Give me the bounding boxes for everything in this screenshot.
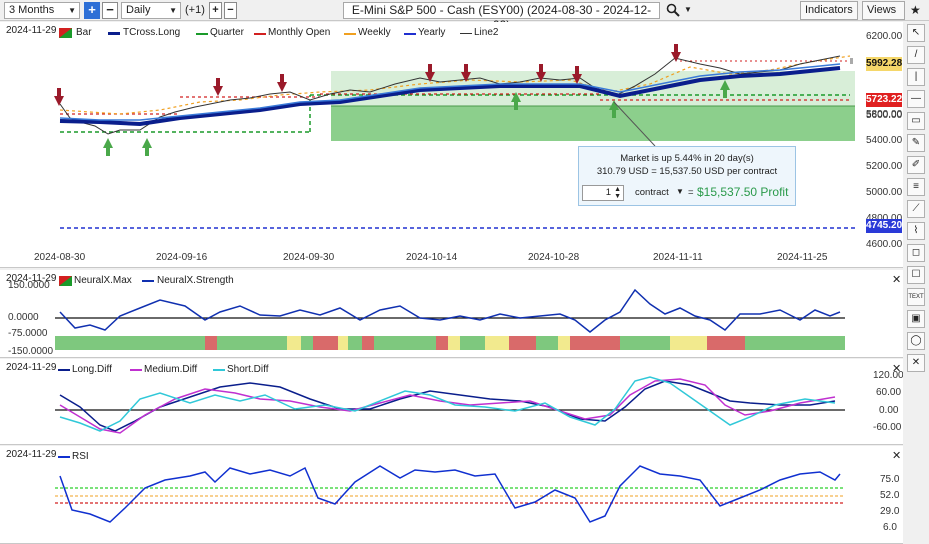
x-label: 2024-11-11 <box>653 252 703 263</box>
y-tick-5600: 5600.00 <box>866 110 903 121</box>
measure-tool-icon[interactable]: ⌇ <box>907 222 925 240</box>
neuralx-strength-line <box>59 288 841 333</box>
search-dropdown-icon[interactable]: ▼ <box>684 5 692 14</box>
zoom-out-button[interactable]: − <box>102 2 118 19</box>
y-tick: 75.0 <box>880 474 900 485</box>
rsi-pane[interactable]: 2024-11-29 RSI ✕ 75.0 52.0 29.0 6.0 <box>0 446 903 544</box>
profit-value: $15,537.50 Profit <box>697 185 789 199</box>
x-label: 2024-09-30 <box>283 252 335 263</box>
y-tick: 6.0 <box>883 522 897 533</box>
y-tick-5000: 5000.00 <box>866 187 903 198</box>
note-tool-icon[interactable]: ◻ <box>907 244 925 262</box>
tooltip-line2: 310.79 USD = 15,537.50 USD per contract <box>596 166 778 177</box>
range-value: 3 Months <box>9 4 55 16</box>
chevron-down-icon: ▼ <box>169 6 177 15</box>
neural-chart <box>55 288 845 350</box>
rsi-line <box>59 465 841 523</box>
neural-band <box>55 336 845 350</box>
y-tick: 150.0000 <box>8 280 50 291</box>
stepper-icon[interactable]: ▲ ▼ <box>614 186 621 200</box>
y-tick: 0.00 <box>879 405 899 416</box>
tooltip-line1: Market is up 5.44% in 20 day(s) <box>620 153 754 164</box>
y-tick: 0.0000 <box>8 312 39 323</box>
price-pane[interactable]: 2024-11-29 Bar TCross.Long Quarter Month… <box>0 22 903 268</box>
chevron-down-icon[interactable]: ▼ <box>676 187 684 196</box>
price-tag-monthly: 5723.22 <box>866 93 903 107</box>
diff-pane[interactable]: 2024-11-29 Long.Diff Medium.Diff Short.D… <box>0 359 904 445</box>
text-tool-icon[interactable]: TEXT <box>907 288 925 306</box>
toolbar: 3 Months ▼ + − Daily ▼ (+1) + − E-Mini S&P… <box>0 0 929 32</box>
profit-zone-shaded <box>331 106 855 141</box>
x-label: 2024-09-16 <box>156 252 208 263</box>
y-tick: 120.00 <box>873 370 904 381</box>
box-tool-icon[interactable]: ☐ <box>907 266 925 284</box>
x-label: 2024-08-30 <box>34 252 86 263</box>
chevron-down-icon: ▼ <box>68 6 76 15</box>
delete-tool-icon[interactable]: ✕ <box>907 354 925 372</box>
y-tick: 29.0 <box>880 506 900 517</box>
x-label: 2024-10-28 <box>528 252 580 263</box>
price-chart <box>54 44 855 229</box>
horizontal-line-tool-icon[interactable]: — <box>907 90 925 108</box>
channel-tool-icon[interactable]: ⟋ <box>907 200 925 218</box>
pen-tool-icon[interactable]: ✎ <box>907 134 925 152</box>
y-tick-5400: 5400.00 <box>866 135 903 146</box>
y-tick-5200: 5200.00 <box>866 161 903 172</box>
fib-tool-icon[interactable]: ≡ <box>907 178 925 196</box>
equals-label: = <box>688 187 694 198</box>
search-icon[interactable] <box>666 3 680 17</box>
price-tag-weekly: 5992.28 <box>866 57 903 71</box>
drawing-toolbar: ↖ / | — ▭ ✎ ✐ ≡ ⟋ ⌇ ◻ ☐ TEXT ▣ ◯ ✕ <box>903 22 929 544</box>
y-tick: -60.00 <box>873 422 902 433</box>
pointer-tool-icon[interactable]: ↖ <box>907 24 925 42</box>
indicators-label: Indicators <box>805 4 853 16</box>
y-tick: 60.00 <box>876 387 902 398</box>
trendline-tool-icon[interactable]: / <box>907 46 925 64</box>
short-diff-line <box>59 376 836 432</box>
range-select[interactable]: 3 Months ▼ <box>4 2 80 19</box>
views-button[interactable]: Views ▼ <box>862 1 905 32</box>
medium-diff-line <box>59 378 836 434</box>
y-tick: -150.0000 <box>8 346 54 357</box>
interval-select[interactable]: Daily ▼ <box>121 2 181 19</box>
zoom-in-button[interactable]: + <box>84 2 100 19</box>
contract-qty-input[interactable]: 1 ▲ ▼ <box>582 185 624 201</box>
long-diff-line <box>59 380 836 432</box>
offset-label: (+1) <box>185 4 205 16</box>
image-tool-icon[interactable]: ▣ <box>907 310 925 328</box>
rsi-chart <box>55 465 845 523</box>
y-tick: 52.0 <box>880 490 900 501</box>
contract-label: contract <box>635 187 669 198</box>
y-tick: -75.0000 <box>8 328 48 339</box>
offset-minus-button[interactable]: − <box>224 2 237 19</box>
y-tick-4600: 4600.00 <box>866 239 903 250</box>
offset-plus-button[interactable]: + <box>209 2 222 19</box>
y-tick: 6200.00 <box>866 31 903 42</box>
diff-chart <box>55 376 845 434</box>
views-label: Views <box>867 4 897 16</box>
x-label: 2024-10-14 <box>406 252 458 263</box>
symbol-title[interactable]: E-Mini S&P 500 - Cash (ESY00) (2024-08-3… <box>343 2 660 32</box>
rectangle-tool-icon[interactable]: ▭ <box>907 112 925 130</box>
price-tag-yearly: 4745.20 <box>866 219 903 233</box>
x-label: 2024-11-25 <box>777 252 828 263</box>
profit-tooltip: Market is up 5.44% in 20 day(s) 310.79 U… <box>578 146 796 206</box>
indicators-button[interactable]: Indicators ▼ <box>800 1 858 32</box>
circle-tool-icon[interactable]: ◯ <box>907 332 925 350</box>
brush-tool-icon[interactable]: ✐ <box>907 156 925 174</box>
neural-pane[interactable]: 2024-11-29 NeuralX.Max NeuralX.Strength … <box>0 270 903 358</box>
interval-value: Daily <box>126 4 151 16</box>
vertical-line-tool-icon[interactable]: | <box>907 68 925 86</box>
star-icon[interactable]: ★ <box>910 3 921 17</box>
